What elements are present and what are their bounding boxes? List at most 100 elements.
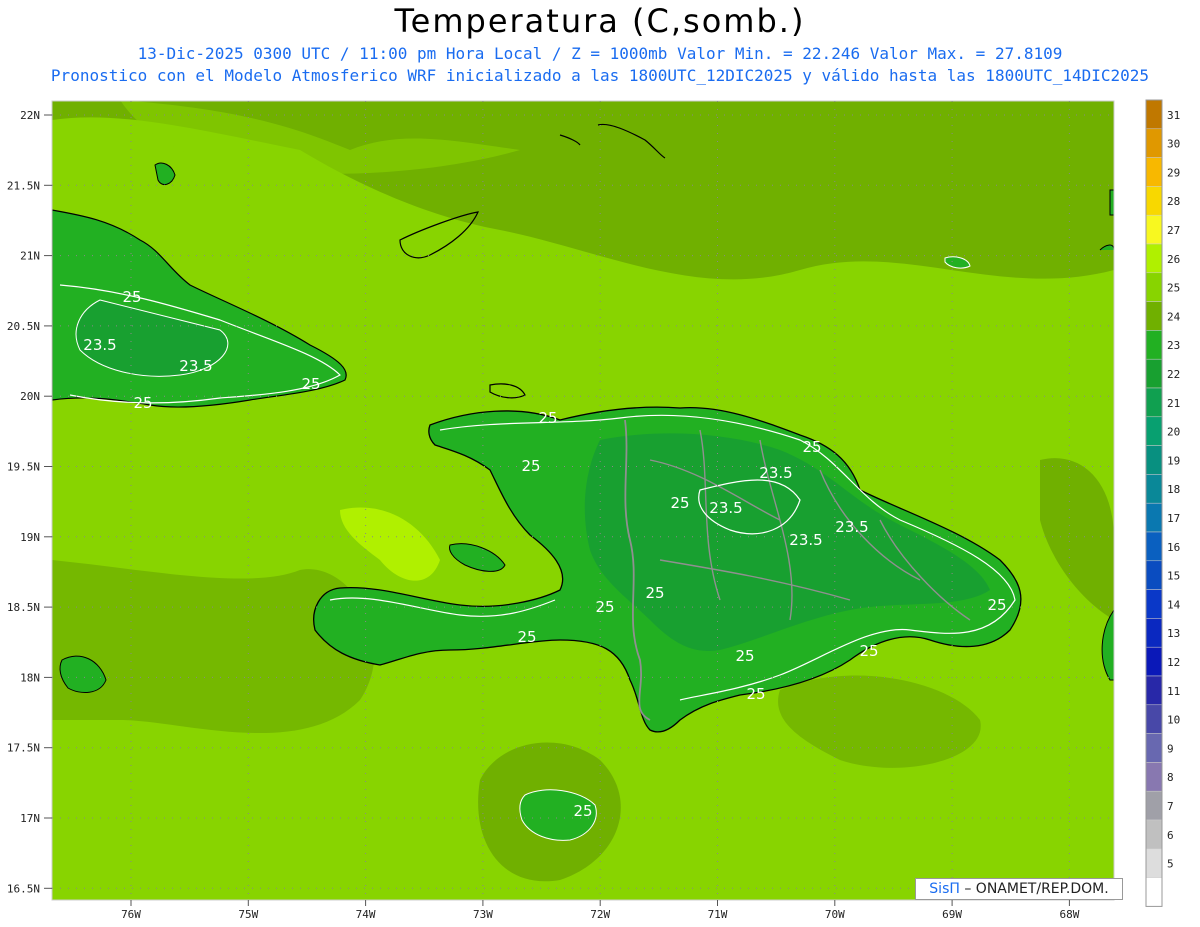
colorbar-swatch xyxy=(1145,762,1163,792)
latitude-labels: 22N 21.5N 21N 20.5N 20N 19.5N 19N 18.5N 18N 17.5N… xyxy=(7,109,52,895)
colorbar-label: 7 xyxy=(1167,800,1174,813)
colorbar-swatch xyxy=(1145,733,1163,763)
colorbar-label: 11 xyxy=(1167,685,1180,698)
lon-label: 74W xyxy=(356,908,376,921)
colorbar-swatch xyxy=(1145,99,1163,130)
contour-label: 23.5 xyxy=(759,464,792,482)
colorbar-swatch xyxy=(1145,675,1163,706)
lat-label: 19N xyxy=(20,531,40,544)
colorbar-swatch xyxy=(1145,877,1163,907)
colorbar-label: 8 xyxy=(1167,771,1174,784)
colorbar-label: 30 xyxy=(1167,138,1180,151)
lat-label: 22N xyxy=(20,109,40,122)
colorbar-swatch xyxy=(1145,416,1163,446)
colorbar-swatch xyxy=(1145,790,1163,821)
contour-label: 25 xyxy=(122,288,141,306)
contour-label: 25 xyxy=(301,375,320,393)
colorbar-swatch xyxy=(1145,128,1163,158)
contour-label: 23.5 xyxy=(789,531,822,549)
lat-label: 16.5N xyxy=(7,882,40,895)
colorbar-label: 13 xyxy=(1167,627,1180,640)
brand-credit: SisΠ – ONAMET/REP.DOM. xyxy=(915,878,1123,900)
contour-label: 23.5 xyxy=(709,499,742,517)
colorbar-label: 19 xyxy=(1167,454,1180,467)
contour-label: 25 xyxy=(133,394,152,412)
contour-label: 25 xyxy=(521,457,540,475)
contour-label: 23.5 xyxy=(179,357,212,375)
onamet-credit: – ONAMET/REP.DOM. xyxy=(964,881,1109,897)
colorbar-label: 5 xyxy=(1167,858,1174,871)
lon-label: 70W xyxy=(825,908,845,921)
colorbar-label: 15 xyxy=(1167,570,1180,583)
contour-label: 25 xyxy=(746,685,765,703)
contour-label: 25 xyxy=(538,409,557,427)
lat-label: 20.5N xyxy=(7,320,40,333)
contour-label: 25 xyxy=(517,628,536,646)
colorbar-swatch xyxy=(1145,214,1163,245)
colorbar-label: 29 xyxy=(1167,166,1180,179)
colorbar-swatch xyxy=(1145,589,1163,619)
colorbar-swatch xyxy=(1145,157,1163,187)
lon-label: 73W xyxy=(473,908,493,921)
lon-label: 72W xyxy=(590,908,610,921)
contour-label: 25 xyxy=(573,802,592,820)
lon-label: 68W xyxy=(1059,908,1079,921)
colorbar-label: 24 xyxy=(1167,310,1181,323)
colorbar-swatch xyxy=(1145,243,1163,274)
lat-label: 21N xyxy=(20,250,40,263)
colorbar-swatch xyxy=(1145,387,1163,418)
lat-label: 18.5N xyxy=(7,601,40,614)
colorbar-swatch xyxy=(1145,272,1163,302)
colorbar-swatch xyxy=(1145,531,1163,562)
longitude-labels: 76W 75W 74W 73W 72W 71W 70W 69W 68W xyxy=(121,900,1080,921)
contour-label: 23.5 xyxy=(835,518,868,536)
colorbar-label: 22 xyxy=(1167,368,1180,381)
colorbar-swatch xyxy=(1145,445,1163,475)
colorbar-label: 16 xyxy=(1167,541,1180,554)
map-field xyxy=(52,101,1114,900)
contour-label: 25 xyxy=(670,494,689,512)
colorbar-label: 21 xyxy=(1167,397,1180,410)
lon-label: 75W xyxy=(238,908,258,921)
colorbar-swatch xyxy=(1145,301,1163,331)
lat-label: 19.5N xyxy=(7,461,40,474)
lon-label: 71W xyxy=(708,908,728,921)
colorbar-swatch xyxy=(1145,618,1163,648)
colorbar-swatch xyxy=(1145,330,1163,360)
colorbar-swatch xyxy=(1145,560,1163,590)
colorbar-label: 10 xyxy=(1167,714,1180,727)
lat-label: 17N xyxy=(20,812,40,825)
lon-label: 76W xyxy=(121,908,141,921)
lon-label: 69W xyxy=(942,908,962,921)
colorbar-label: 14 xyxy=(1167,598,1181,611)
colorbar-swatch xyxy=(1145,186,1163,216)
colorbar-label: 23 xyxy=(1167,339,1180,352)
colorbar-swatch xyxy=(1145,358,1163,389)
contour-label: 25 xyxy=(987,596,1006,614)
colorbar-label: 12 xyxy=(1167,656,1180,669)
colorbar-label: 20 xyxy=(1167,426,1180,439)
colorbar-label: 25 xyxy=(1167,282,1180,295)
contour-label: 25 xyxy=(859,642,878,660)
colorbar: 31 30 29 28 27 26 25 24 23 22 21 20 19 18 17 16 15 14 13 12… xyxy=(1145,99,1181,907)
temperature-map: 22N 21.5N 21N 20.5N 20N 19.5N 19N 18.5N 18N 17.5N… xyxy=(7,99,1181,921)
colorbar-label: 9 xyxy=(1167,742,1174,755)
lat-label: 17.5N xyxy=(7,742,40,755)
colorbar-swatch xyxy=(1145,819,1163,850)
contour-label: 25 xyxy=(802,438,821,456)
lat-label: 21.5N xyxy=(7,179,40,192)
colorbar-label: 28 xyxy=(1167,195,1180,208)
colorbar-label: 31 xyxy=(1167,109,1180,122)
colorbar-label: 6 xyxy=(1167,829,1174,842)
colorbar-label: 17 xyxy=(1167,512,1180,525)
lat-label: 18N xyxy=(20,671,40,684)
colorbar-swatch xyxy=(1145,646,1163,677)
lat-label: 20N xyxy=(20,390,40,403)
colorbar-label: 26 xyxy=(1167,253,1180,266)
contour-label: 23.5 xyxy=(83,336,116,354)
contour-label: 25 xyxy=(735,647,754,665)
contour-label: 25 xyxy=(595,598,614,616)
colorbar-swatch xyxy=(1145,704,1163,734)
sispi-logo-text: SisΠ xyxy=(929,881,960,897)
colorbar-swatch xyxy=(1145,848,1163,878)
